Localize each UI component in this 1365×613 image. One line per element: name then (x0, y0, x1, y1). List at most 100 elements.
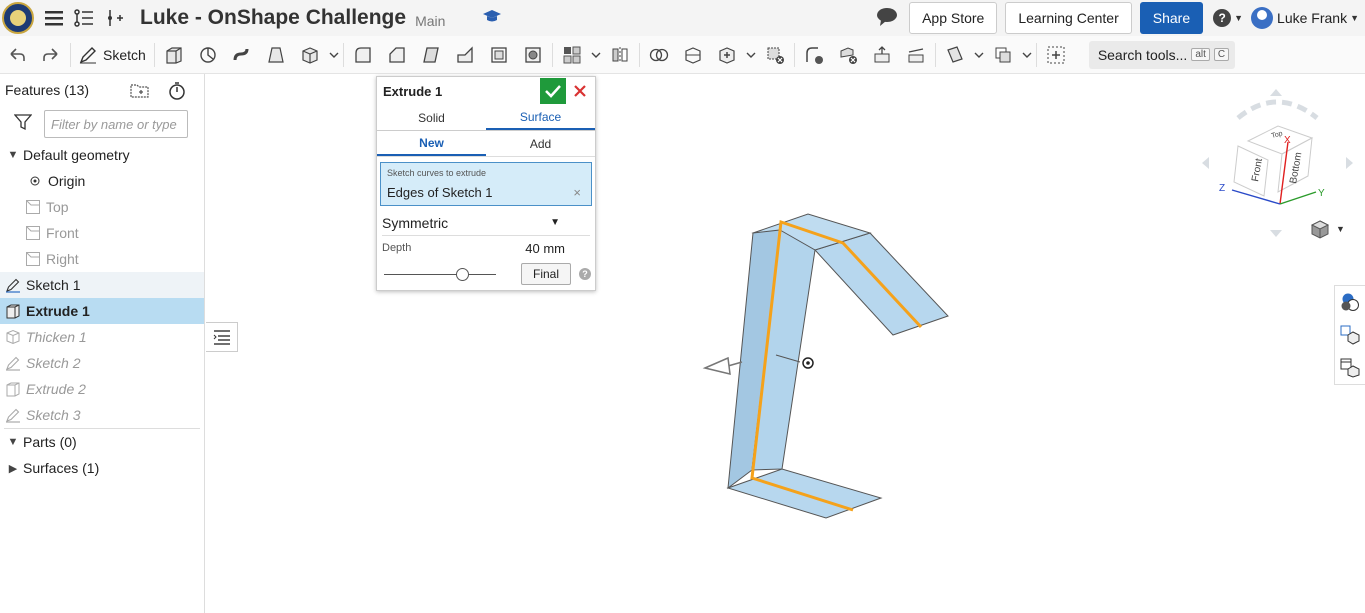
chevron-down-icon[interactable] (1020, 40, 1034, 70)
tree-item-surfaces[interactable]: ▶ Surfaces (1) (0, 455, 204, 481)
hole-icon[interactable] (516, 40, 550, 70)
tree-item-front[interactable]: Front (0, 220, 204, 246)
tree-item-default-geometry[interactable]: ▼ Default geometry (0, 142, 204, 168)
chevron-down-icon[interactable]: ▼ (3, 149, 23, 161)
boolean-icon[interactable] (642, 40, 676, 70)
redo-icon[interactable] (34, 40, 68, 70)
tab-solid[interactable]: Solid (377, 105, 486, 130)
tab-add[interactable]: Add (486, 131, 595, 156)
branch-name[interactable]: Main (415, 13, 445, 29)
user-menu[interactable]: Luke Frank ▼ (1251, 7, 1359, 29)
tree-item-extrude-2[interactable]: Extrude 2 (0, 376, 204, 402)
split-icon[interactable] (676, 40, 710, 70)
pencil-icon (5, 277, 21, 293)
accept-button[interactable] (540, 78, 566, 104)
checkmark-icon (545, 85, 561, 98)
filter-input[interactable]: Filter by name or type (44, 110, 188, 138)
chevron-down-icon[interactable] (972, 40, 986, 70)
tree-item-top[interactable]: Top (0, 194, 204, 220)
undo-icon[interactable] (0, 40, 34, 70)
chevron-down-icon[interactable] (744, 40, 758, 70)
delete-part-icon[interactable] (758, 40, 792, 70)
fillet-icon[interactable] (346, 40, 380, 70)
user-name: Luke Frank (1277, 10, 1348, 26)
tab-new[interactable]: New (377, 131, 486, 156)
pencil-icon (5, 407, 21, 423)
clear-selection-icon[interactable]: × (573, 185, 581, 200)
view-arrow-right-icon (1346, 157, 1353, 169)
insert-icon[interactable] (102, 0, 126, 36)
chamfer-icon[interactable] (380, 40, 414, 70)
view-options-menu[interactable]: ▼ (1310, 218, 1350, 240)
search-tools-input[interactable]: Search tools... alt C (1088, 40, 1236, 69)
pencil-icon (5, 355, 21, 371)
draft-icon[interactable] (414, 40, 448, 70)
chevron-right-icon[interactable]: ▶ (3, 462, 23, 475)
tree-item-sketch-1[interactable]: Sketch 1 (0, 272, 204, 298)
replace-face-icon[interactable] (899, 40, 933, 70)
depth-value[interactable]: 40 mm (525, 241, 565, 256)
variables-icon[interactable] (1335, 351, 1365, 384)
chevron-down-icon[interactable] (589, 40, 603, 70)
filter-icon[interactable] (13, 113, 33, 136)
tree-item-extrude-1[interactable]: Extrude 1 (0, 298, 204, 324)
thicken-icon (5, 329, 21, 345)
mirror-icon[interactable] (603, 40, 637, 70)
operation-tabs: New Add (377, 131, 595, 157)
chevron-down-icon[interactable]: ▼ (3, 436, 23, 448)
avatar (1251, 7, 1274, 29)
tree-item-parts[interactable]: ▼ Parts (0) (0, 429, 204, 455)
top-bar: Luke - OnShape Challenge Main App Store … (0, 0, 1365, 36)
thicken-icon[interactable] (293, 40, 327, 70)
add-folder-icon[interactable] (130, 82, 150, 103)
appearance-icon[interactable] (1335, 286, 1365, 319)
app-store-button[interactable]: App Store (909, 2, 998, 34)
tree-item-label: Extrude 2 (26, 381, 86, 397)
app-logo[interactable] (0, 0, 36, 36)
depth-slider-thumb[interactable] (456, 268, 470, 281)
sketch-button[interactable]: Sketch (73, 40, 152, 70)
transform-icon[interactable] (710, 40, 744, 70)
chat-icon[interactable] (876, 7, 900, 29)
logo-seal-icon (2, 2, 34, 34)
sweep-icon[interactable] (225, 40, 259, 70)
selection-field[interactable]: Sketch curves to extrude Edges of Sketch… (380, 162, 592, 206)
tree-item-thicken-1[interactable]: Thicken 1 (0, 324, 204, 350)
revolve-icon[interactable] (191, 40, 225, 70)
end-type-select[interactable]: Symmetric ▼ (382, 210, 590, 236)
move-face-icon[interactable] (865, 40, 899, 70)
mate-connector-icon[interactable] (986, 40, 1020, 70)
chevron-down-icon[interactable] (327, 40, 341, 70)
rib-icon[interactable] (448, 40, 482, 70)
tree-item-origin[interactable]: Origin (0, 168, 204, 194)
menu-icon[interactable] (42, 0, 66, 36)
document-title[interactable]: Luke - OnShape Challenge (140, 6, 406, 30)
plane-icon (25, 251, 41, 267)
tab-surface[interactable]: Surface (486, 105, 595, 130)
shell-icon[interactable] (482, 40, 516, 70)
cancel-button[interactable] (570, 81, 590, 101)
plane-icon[interactable] (938, 40, 972, 70)
help-icon[interactable]: ? (579, 268, 591, 280)
tree-item-sketch-2[interactable]: Sketch 2 (0, 350, 204, 376)
configurations-icon[interactable] (1335, 319, 1365, 352)
depth-slider-track[interactable] (384, 274, 496, 275)
loft-icon[interactable] (259, 40, 293, 70)
modify-fillet-icon[interactable] (797, 40, 831, 70)
version-graph-icon[interactable] (72, 0, 96, 36)
depth-field[interactable]: Depth 40 mm (377, 236, 595, 260)
pattern-icon[interactable] (555, 40, 589, 70)
final-button[interactable]: Final (521, 263, 571, 285)
add-custom-feature-icon[interactable] (1039, 40, 1073, 70)
share-button[interactable]: Share (1139, 2, 1204, 34)
stopwatch-icon[interactable] (168, 82, 186, 103)
tree-item-right[interactable]: Right (0, 246, 204, 272)
graduation-cap-icon[interactable] (483, 9, 502, 28)
divider (342, 42, 344, 67)
delete-face-icon[interactable] (831, 40, 865, 70)
origin-icon (27, 173, 43, 189)
tree-item-sketch-3[interactable]: Sketch 3 (0, 402, 204, 428)
help-menu[interactable]: ? ▼ (1213, 9, 1243, 27)
extrude-icon[interactable] (157, 40, 191, 70)
learning-center-button[interactable]: Learning Center (1005, 2, 1132, 34)
